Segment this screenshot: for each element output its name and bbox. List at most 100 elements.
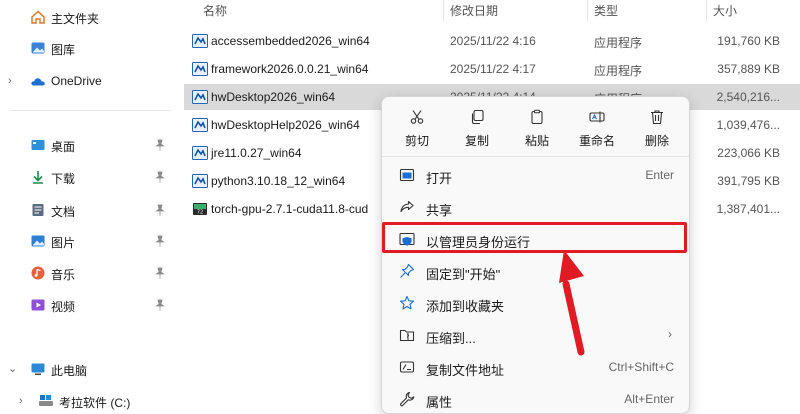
file-name: jre11.0.27_win64 [211, 146, 302, 160]
menu-item-share[interactable]: 共享 [388, 192, 684, 222]
pin-icon [400, 263, 415, 278]
application-icon [192, 62, 208, 76]
column-header-date[interactable]: 修改日期 [450, 2, 498, 22]
rename-button[interactable]: 重命名 [566, 105, 628, 151]
file-size: 191,760 KB [717, 34, 780, 48]
svg-text:72: 72 [197, 210, 203, 216]
file-size: 2,540,216... [716, 90, 780, 104]
open-app-icon [399, 168, 415, 182]
cut-button[interactable]: 剪切 [386, 105, 448, 151]
sidebar-item-label: 主文件夹 [51, 12, 100, 26]
rename-icon [589, 111, 605, 123]
sidebar-item-desktop[interactable]: 桌面 [0, 131, 176, 159]
sidebar-item-onedrive[interactable]: › OneDrive [0, 67, 176, 95]
cut-label: 剪切 [404, 134, 429, 148]
desktop-icon [31, 140, 45, 150]
paste-label: 粘贴 [524, 134, 549, 148]
chevron-right-icon[interactable]: › [19, 395, 29, 407]
delete-icon [651, 110, 663, 125]
copy-button[interactable]: 复制 [446, 105, 508, 151]
menu-item-copy-as-path[interactable]: 复制文件地址 Ctrl+Shift+C [388, 352, 684, 382]
drive-icon [39, 395, 53, 406]
sidebar-item-drive-c[interactable]: › 考拉软件 (C:) [0, 387, 176, 414]
sidebar-item-documents[interactable]: 文档 [0, 196, 176, 224]
menu-item-pin-to-start[interactable]: 固定到"开始" [388, 256, 684, 286]
sidebar-item-label: 视频 [51, 300, 76, 314]
download-icon [33, 171, 43, 184]
file-type: 应用程序 [594, 36, 643, 50]
file-type: 应用程序 [594, 64, 643, 78]
column-header-size[interactable]: 大小 [713, 2, 737, 22]
chevron-down-icon[interactable]: ⌄ [8, 363, 18, 375]
file-date: 2025/11/22 4:16 [450, 34, 536, 48]
file-name: hwDesktopHelp2026_win64 [211, 118, 360, 132]
column-divider[interactable] [706, 0, 707, 22]
pin-icon[interactable] [154, 299, 166, 311]
sidebar-item-gallery[interactable]: 图库 [0, 34, 176, 62]
menu-divider [382, 156, 689, 157]
video-icon [31, 299, 45, 311]
sidebar-item-videos[interactable]: 视频 [0, 291, 176, 319]
cut-icon [410, 110, 424, 124]
pin-icon[interactable] [154, 139, 166, 151]
menu-item-open[interactable]: 打开 Enter [388, 160, 684, 190]
file-row[interactable]: framework2026.0.0.21_win64 2025/11/22 4:… [184, 56, 800, 82]
gallery-icon [31, 42, 45, 54]
menu-item-label: 共享 [426, 203, 453, 218]
share-icon [400, 200, 414, 213]
file-name: hwDesktop2026_win64 [211, 90, 336, 104]
annotation-arrow-icon [559, 250, 585, 356]
pictures-icon [31, 235, 45, 247]
column-divider[interactable] [587, 0, 588, 22]
delete-label: 删除 [644, 134, 669, 148]
file-row[interactable]: accessembedded2026_win64 2025/11/22 4:16… [184, 28, 800, 54]
file-date: 2025/11/22 4:17 [450, 62, 536, 76]
copy-label: 复制 [464, 134, 489, 148]
menu-item-properties[interactable]: 属性 Alt+Enter [388, 384, 684, 414]
computer-icon [31, 363, 45, 375]
paste-icon [531, 109, 543, 125]
home-icon [31, 10, 45, 24]
sidebar-item-home[interactable]: 主文件夹 [0, 3, 176, 31]
wrench-icon [400, 391, 415, 407]
chevron-right-icon[interactable]: › [8, 75, 18, 87]
file-name: framework2026.0.0.21_win64 [211, 62, 369, 76]
application-icon [192, 90, 208, 104]
application-icon [192, 146, 208, 160]
menu-item-label: 固定到"开始" [426, 267, 501, 282]
annotation-highlight-box [382, 222, 687, 253]
file-size: 223,066 KB [717, 146, 780, 160]
column-divider[interactable] [443, 0, 444, 22]
menu-item-label: 压缩到... [426, 331, 476, 346]
menu-item-compress[interactable]: 压缩到... › [388, 320, 684, 350]
sidebar-item-label: 此电脑 [51, 364, 88, 378]
delete-button[interactable]: 删除 [626, 105, 688, 151]
pin-icon[interactable] [154, 204, 166, 216]
paste-button[interactable]: 粘贴 [506, 105, 568, 151]
sidebar-item-label: 文档 [51, 205, 76, 219]
menu-item-label: 添加到收藏夹 [426, 299, 505, 314]
file-size: 1,039,476... [716, 118, 780, 132]
menu-item-add-to-favorites[interactable]: 添加到收藏夹 [388, 288, 684, 318]
file-name: torch-gpu-2.7.1-cuda11.8-cud [211, 202, 369, 216]
menu-item-label: 复制文件地址 [426, 363, 505, 378]
shortcut-label: Ctrl+Shift+C [608, 360, 674, 374]
pin-icon[interactable] [154, 171, 166, 183]
sidebar-divider [10, 110, 170, 111]
column-header-name[interactable]: 名称 [203, 2, 227, 22]
sidebar-item-music[interactable]: 音乐 [0, 259, 176, 287]
application-icon [192, 118, 208, 132]
installer-icon: 72 [193, 203, 207, 216]
sidebar-item-downloads[interactable]: 下载 [0, 163, 176, 191]
pin-icon[interactable] [154, 235, 166, 247]
archive-icon [399, 329, 415, 342]
sidebar-item-pictures[interactable]: 图片 [0, 227, 176, 255]
menu-item-label: 属性 [426, 395, 453, 410]
pin-icon[interactable] [154, 267, 166, 279]
chevron-right-icon: › [668, 327, 672, 341]
shortcut-label: Enter [645, 168, 674, 182]
sidebar-item-label: 图库 [51, 43, 76, 57]
sidebar-item-this-pc[interactable]: ⌄ 此电脑 [0, 355, 176, 383]
column-header-type[interactable]: 类型 [594, 2, 618, 22]
file-size: 1,387,401... [716, 202, 780, 216]
